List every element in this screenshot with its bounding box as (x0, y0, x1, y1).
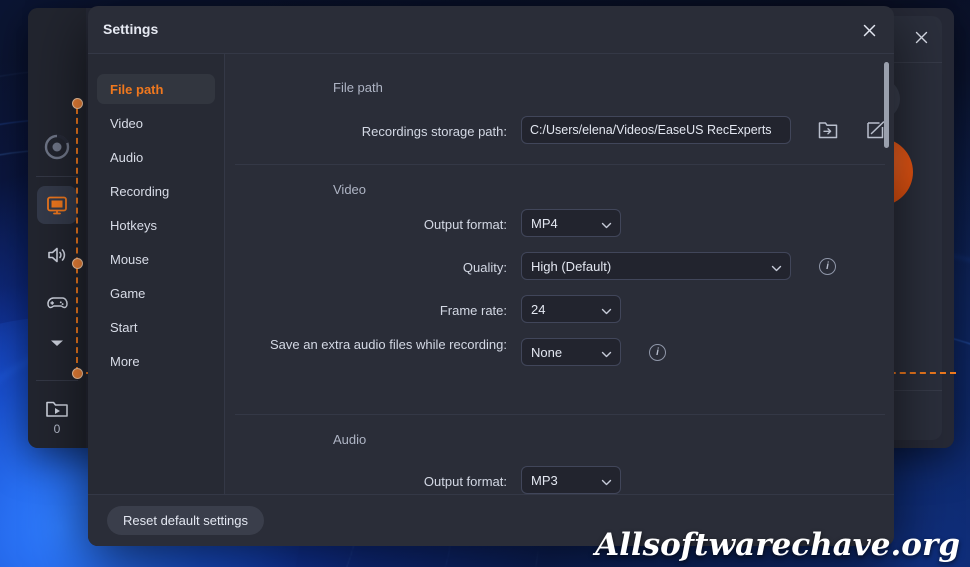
extra-audio-value: None (531, 344, 563, 360)
chevron-down-icon (771, 261, 782, 279)
extra-audio-info-icon[interactable]: i (649, 344, 666, 361)
sidebar-item-label: Recording (110, 183, 170, 199)
capture-handle[interactable] (72, 368, 83, 379)
chevron-down-icon (51, 340, 63, 346)
video-quality-select[interactable]: High (Default) (521, 252, 791, 280)
sidebar-more-toggle[interactable] (37, 330, 77, 356)
sidebar-divider (36, 380, 78, 381)
reset-button-label: Reset default settings (123, 513, 249, 528)
sidebar-item-recordings[interactable]: 0 (37, 390, 77, 442)
label-audio-output-format: Output format: (423, 474, 507, 489)
sidebar-item-screen[interactable] (37, 186, 77, 224)
video-quality-value: High (Default) (531, 258, 612, 274)
sidebar-item-game[interactable] (37, 284, 77, 322)
audio-icon (48, 247, 66, 263)
chevron-down-icon (601, 304, 612, 322)
sidebar-item-label: Start (110, 319, 138, 335)
panel-close-button[interactable] (908, 24, 934, 50)
frame-rate-select[interactable]: 24 (521, 295, 621, 323)
settings-content: File path Recordings storage path: C:/Us… (225, 54, 894, 494)
recordings-folder-icon (46, 401, 68, 417)
chevron-down-icon (601, 218, 612, 236)
chevron-down-icon (601, 347, 612, 365)
capture-handle[interactable] (72, 98, 83, 109)
sidebar-item-label: Game (110, 285, 146, 301)
section-title-file-path: File path (333, 80, 383, 95)
chevron-down-icon (601, 475, 612, 493)
settings-scrollbar[interactable] (884, 62, 889, 494)
sidebar-item-label: More (110, 353, 140, 369)
sidebar-item-recording[interactable]: Recording (97, 176, 215, 206)
reset-default-settings-button[interactable]: Reset default settings (107, 506, 265, 535)
label-video-output-format: Output format: (423, 217, 507, 232)
footer-divider (88, 494, 894, 495)
sidebar-item-label: Video (110, 115, 144, 131)
sidebar-item-label: File path (110, 81, 164, 97)
sidebar-divider (36, 176, 78, 177)
close-icon (915, 31, 927, 43)
label-extra-audio-files: Save an extra audio files while recordin… (269, 337, 507, 352)
section-divider (235, 414, 885, 415)
sidebar-item-start[interactable]: Start (97, 312, 215, 342)
sidebar-item-mouse[interactable]: Mouse (97, 244, 215, 274)
dialog-close-button[interactable] (855, 16, 883, 44)
scrollbar-thumb[interactable] (884, 62, 889, 148)
sidebar-item-file-path[interactable]: File path (97, 74, 215, 104)
screen-icon (47, 196, 67, 215)
dialog-titlebar: Settings (88, 6, 894, 53)
extra-audio-select[interactable]: None (521, 338, 621, 366)
label-video-quality: Quality: (462, 260, 507, 275)
label-recordings-path: Recordings storage path: (361, 124, 507, 139)
site-watermark: Allsoftwarechave.org (595, 527, 960, 563)
recordings-path-value: C:/Users/elena/Videos/EaseUS RecExperts (530, 123, 772, 137)
logo-icon (42, 132, 72, 162)
audio-output-format-value: MP3 (531, 472, 558, 488)
sidebar-item-more[interactable]: More (97, 346, 215, 376)
video-output-format-value: MP4 (531, 215, 558, 231)
sidebar-item-game[interactable]: Game (97, 278, 215, 308)
recordings-path-input[interactable]: C:/Users/elena/Videos/EaseUS RecExperts (521, 116, 791, 144)
capture-region-guide[interactable] (76, 98, 78, 373)
sidebar-item-audio[interactable]: Audio (97, 142, 215, 172)
sidebar-item-hotkeys[interactable]: Hotkeys (97, 210, 215, 240)
settings-dialog: Settings File path Video Audio Recording… (88, 6, 894, 546)
label-frame-rate: Frame rate: (439, 303, 507, 318)
section-divider (235, 164, 885, 165)
sidebar-item-label: Mouse (110, 251, 150, 267)
dialog-title: Settings (103, 21, 159, 37)
sidebar-item-audio[interactable] (37, 236, 77, 274)
section-title-audio: Audio (333, 432, 367, 447)
close-icon (863, 24, 875, 36)
open-folder-icon[interactable] (814, 116, 842, 144)
quality-info-icon[interactable]: i (819, 258, 836, 275)
settings-nav: File path Video Audio Recording Hotkeys … (88, 54, 224, 546)
recordings-count: 0 (53, 421, 61, 436)
sidebar-item-label: Audio (110, 149, 144, 165)
capture-handle[interactable] (72, 258, 83, 269)
sidebar-item-label: Hotkeys (110, 217, 157, 233)
video-output-format-select[interactable]: MP4 (521, 209, 621, 237)
sidebar-item-video[interactable]: Video (97, 108, 215, 138)
section-title-video: Video (333, 182, 367, 197)
frame-rate-value: 24 (531, 301, 546, 317)
audio-output-format-select[interactable]: MP3 (521, 466, 621, 494)
game-icon (47, 297, 68, 309)
